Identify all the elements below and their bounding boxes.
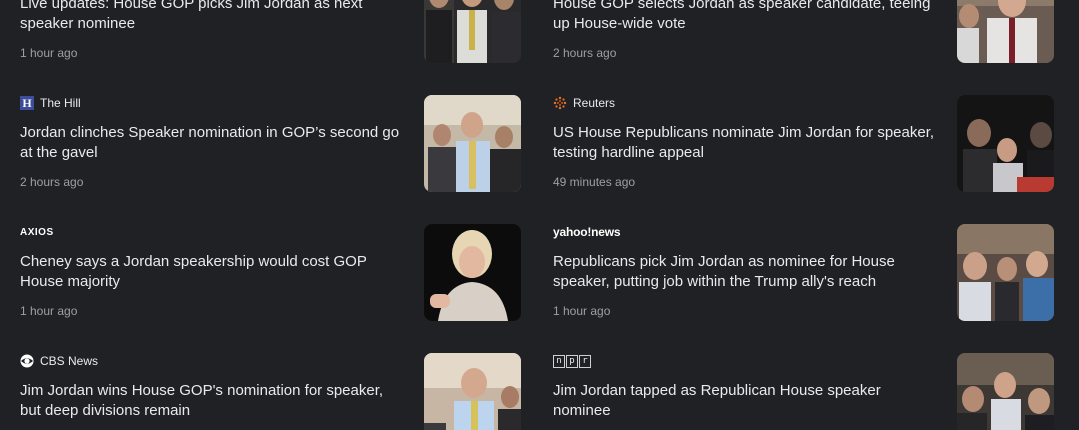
news-card[interactable]: Reuters US House Republicans nominate Ji… (553, 95, 1054, 193)
headline[interactable]: Jim Jordan wins House GOP's nomination f… (20, 381, 405, 421)
headline[interactable]: Jordan clinches Speaker nomination in GO… (20, 123, 405, 163)
timestamp: 1 hour ago (20, 304, 78, 318)
news-grid: Live updates: House GOP picks Jim Jordan… (0, 0, 1079, 430)
headline[interactable]: Live updates: House GOP picks Jim Jordan… (20, 0, 405, 34)
headline[interactable]: US House Republicans nominate Jim Jordan… (553, 123, 938, 163)
source-name: The Hill (40, 96, 81, 110)
news-card[interactable]: House GOP selects Jordan as speaker cand… (553, 0, 1054, 64)
thumbnail-image[interactable] (957, 224, 1054, 321)
headline[interactable]: Cheney says a Jordan speakership would c… (20, 252, 405, 292)
source-row: Reuters (553, 95, 615, 111)
timestamp: 2 hours ago (20, 175, 84, 189)
thumbnail-image[interactable] (424, 224, 521, 321)
timestamp: 1 hour ago (553, 304, 611, 318)
the-hill-logo-icon: H (20, 96, 34, 110)
news-card[interactable]: yahoo!news Republicans pick Jim Jordan a… (553, 224, 1054, 322)
timestamp: 2 hours ago (553, 46, 617, 60)
news-card[interactable]: H The Hill Jordan clinches Speaker nomin… (20, 95, 521, 193)
timestamp: 49 minutes ago (553, 175, 636, 189)
source-name: Reuters (573, 96, 616, 110)
axios-logo-icon: AXIOS (20, 226, 54, 238)
headline[interactable]: Jim Jordan tapped as Republican House sp… (553, 381, 938, 421)
timestamp: 1 hour ago (20, 46, 78, 60)
source-row: npr (553, 353, 591, 369)
npr-logo-icon: npr (553, 354, 591, 368)
headline[interactable]: House GOP selects Jordan as speaker cand… (553, 0, 938, 34)
thumbnail-image[interactable] (957, 353, 1054, 430)
news-card[interactable]: AXIOS Cheney says a Jordan speakership w… (20, 224, 521, 322)
headline[interactable]: Republicans pick Jim Jordan as nominee f… (553, 252, 938, 292)
thumbnail-image[interactable] (424, 353, 521, 430)
thumbnail-image[interactable] (424, 95, 521, 192)
thumbnail-image[interactable] (957, 95, 1054, 192)
reuters-logo-icon (553, 96, 567, 110)
news-card[interactable]: CBS News Jim Jordan wins House GOP's nom… (20, 353, 521, 430)
thumbnail-image[interactable] (424, 0, 521, 63)
yahoo-news-logo-icon: yahoo!news (553, 225, 621, 239)
source-name: CBS News (40, 354, 99, 368)
news-card[interactable]: Live updates: House GOP picks Jim Jordan… (20, 0, 521, 64)
source-row: yahoo!news (553, 224, 621, 240)
thumbnail-image[interactable] (957, 0, 1054, 63)
news-card[interactable]: npr Jim Jordan tapped as Republican Hous… (553, 353, 1054, 430)
source-row: AXIOS (20, 224, 54, 240)
source-row: H The Hill (20, 95, 81, 111)
cbs-eye-logo-icon (20, 354, 34, 368)
source-row: CBS News (20, 353, 98, 369)
